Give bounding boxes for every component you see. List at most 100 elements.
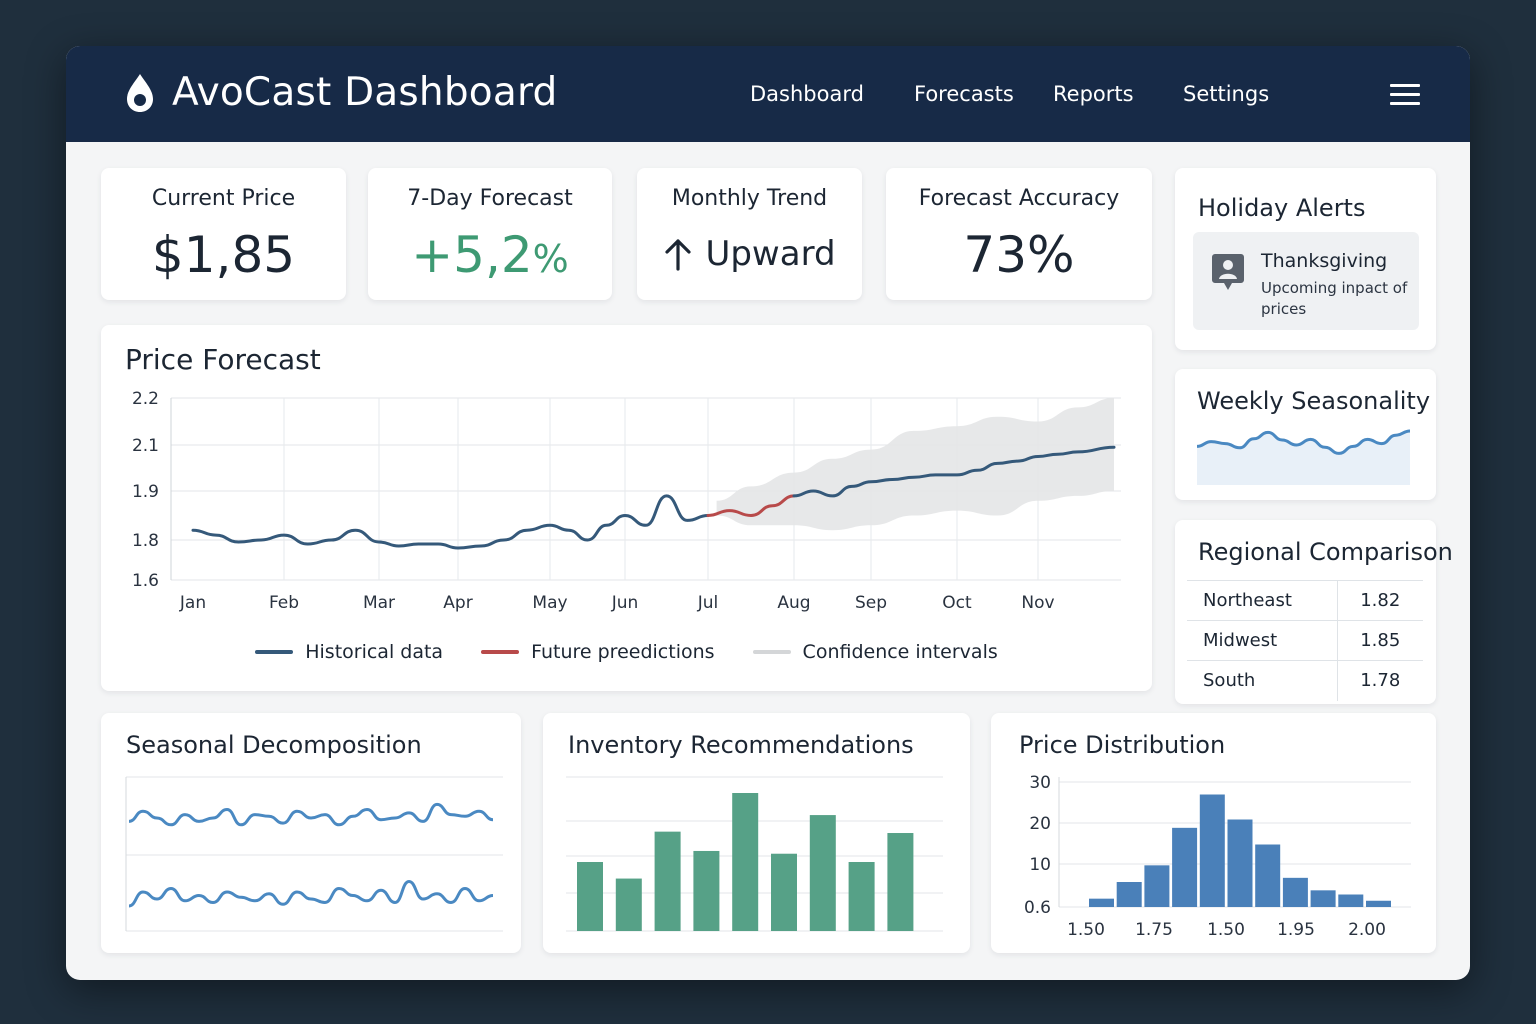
kpi-7day-forecast: 7-Day Forecast +5,2% — [368, 168, 612, 300]
x-tick-label: Apr — [443, 593, 472, 613]
histogram-bar — [1227, 819, 1253, 907]
weekly-seasonality-card: Weekly Seasonality — [1175, 369, 1436, 500]
price-distribution-card: Price Distribution 30 20 10 0.6 1.50 1.75 1.50… — [991, 713, 1436, 953]
regional-comparison-card: Regional Comparison Northeast 1.82 Midwes… — [1175, 520, 1453, 704]
regional-table: Northeast 1.82 Midwest 1.85 South 1.78 — [1187, 580, 1423, 701]
inventory-bar — [654, 831, 681, 931]
x-tick-label: 1.95 — [1277, 920, 1315, 940]
app-window: AvoCast Dashboard Dashboard Forecasts Re… — [66, 46, 1470, 980]
x-tick-label: 1.50 — [1207, 920, 1245, 940]
price-forecast-chart[interactable]: 2.2 2.1 1.9 1.8 1.6 Jan Feb Mar Apr May Jun Jul Aug S… — [101, 325, 1152, 625]
holiday-alerts-card: Holiday Alerts Thanksgiving Upcoming inp… — [1175, 168, 1436, 350]
nav-dashboard[interactable]: Dashboard — [750, 82, 864, 106]
region-name: Northeast — [1203, 590, 1292, 611]
kpi-value: $1,85 — [151, 226, 296, 284]
top-navbar: AvoCast Dashboard Dashboard Forecasts Re… — [66, 46, 1470, 142]
y-tick-label: 0.6 — [1024, 898, 1051, 918]
y-tick-label: 30 — [1029, 773, 1051, 793]
histogram-bar — [1089, 898, 1114, 907]
region-name: Midwest — [1203, 630, 1278, 651]
x-tick-label: Feb — [269, 593, 299, 613]
kpi-label: Current Price — [151, 186, 296, 211]
kpi-label: Monthly Trend — [671, 186, 828, 211]
seasonal-decomposition-chart — [125, 776, 503, 932]
hamburger-menu-icon[interactable] — [1390, 84, 1420, 106]
price-distribution-chart: 30 20 10 0.6 1.50 1.75 1.50 1.95 2.00 — [1024, 773, 1411, 940]
histogram-bar — [1338, 894, 1364, 907]
region-value: 1.78 — [1336, 660, 1423, 701]
x-tick-label: May — [532, 593, 567, 613]
kpi-label: Forecast Accuracy — [918, 186, 1120, 211]
x-tick-label: 1.50 — [1067, 920, 1105, 940]
nav-settings[interactable]: Settings — [1183, 82, 1269, 106]
alert-description: Upcoming inpact of prices — [1261, 279, 1408, 318]
inventory-bar — [771, 853, 797, 931]
x-tick-label: Sep — [855, 593, 887, 613]
histogram-bar — [1282, 877, 1308, 907]
alert-item[interactable]: Thanksgiving Upcoming inpact of prices — [1193, 232, 1419, 330]
region-name: South — [1203, 670, 1256, 692]
legend-swatch — [752, 650, 791, 654]
legend-future[interactable]: Future preedictions — [481, 641, 715, 663]
legend-swatch — [255, 650, 294, 654]
y-tick-label: 1.8 — [132, 531, 159, 551]
x-tick-label: Oct — [942, 593, 972, 613]
y-tick-label: 1.9 — [132, 482, 159, 502]
y-tick-label: 1.6 — [132, 571, 159, 591]
kpi-unit: % — [532, 237, 569, 281]
region-value: 1.85 — [1336, 620, 1423, 661]
decomposition-line — [128, 879, 494, 908]
inventory-chart — [566, 776, 943, 932]
legend-historical[interactable]: Historical data — [255, 641, 443, 663]
legend-swatch — [481, 650, 520, 654]
x-tick-label: Aug — [777, 593, 810, 613]
kpi-number: +5,2 — [411, 226, 533, 284]
seasonality-area — [1197, 431, 1410, 485]
inventory-bar — [887, 833, 914, 931]
histogram-bar — [1310, 890, 1336, 907]
kpi-value: Upward — [637, 234, 862, 274]
x-tick-label: Mar — [363, 593, 395, 613]
main-nav: Dashboard Forecasts Reports Settings — [66, 82, 1470, 112]
kpi-forecast-accuracy: Forecast Accuracy 73% — [886, 168, 1152, 300]
legend-confidence[interactable]: Confidence intervals — [752, 641, 998, 663]
weekly-seasonality-chart — [1196, 429, 1411, 485]
kpi-value: +5,2% — [368, 226, 612, 284]
card-title: Holiday Alerts — [1198, 194, 1366, 222]
region-value: 1.82 — [1336, 580, 1423, 621]
card-title: Regional Comparison — [1198, 538, 1453, 566]
seasonal-decomposition-card: Seasonal Decomposition — [101, 713, 521, 953]
table-row[interactable]: Midwest 1.85 — [1187, 620, 1423, 661]
histogram-bar — [1116, 882, 1142, 907]
decomposition-line — [128, 802, 494, 827]
histogram-bar — [1199, 794, 1225, 907]
inventory-bar — [848, 862, 875, 931]
histogram-bar — [1366, 900, 1391, 907]
kpi-value: 73% — [963, 226, 1075, 284]
y-tick-label: 10 — [1029, 855, 1051, 875]
chart-legend: Historical data Future preedictions Conf… — [101, 641, 1152, 663]
kpi-monthly-trend: Monthly Trend Upward — [637, 168, 862, 300]
alert-title: Thanksgiving — [1261, 250, 1388, 272]
table-row[interactable]: South 1.78 — [1187, 660, 1423, 701]
inventory-card: Inventory Recommendations — [543, 713, 970, 953]
y-tick-label: 20 — [1029, 814, 1051, 834]
inventory-bar — [615, 878, 642, 931]
x-tick-label: 2.00 — [1348, 920, 1386, 940]
x-tick-label: 1.75 — [1135, 920, 1173, 940]
inventory-bar — [809, 815, 836, 931]
user-badge-icon — [1212, 254, 1244, 290]
x-tick-label: Nov — [1021, 593, 1054, 613]
legend-label: Future preedictions — [531, 641, 715, 663]
histogram-bar — [1255, 844, 1281, 907]
x-tick-label: Jun — [611, 593, 639, 613]
y-tick-label: 2.1 — [132, 436, 159, 456]
nav-forecasts[interactable]: Forecasts — [914, 82, 1014, 106]
y-tick-label: 2.2 — [132, 389, 159, 409]
kpi-current-price: Current Price $1,85 — [101, 168, 346, 300]
trend-text: Upward — [705, 234, 836, 274]
table-row[interactable]: Northeast 1.82 — [1187, 580, 1423, 621]
nav-reports[interactable]: Reports — [1053, 82, 1134, 106]
legend-label: Historical data — [305, 641, 444, 663]
histogram-bar — [1172, 827, 1198, 907]
